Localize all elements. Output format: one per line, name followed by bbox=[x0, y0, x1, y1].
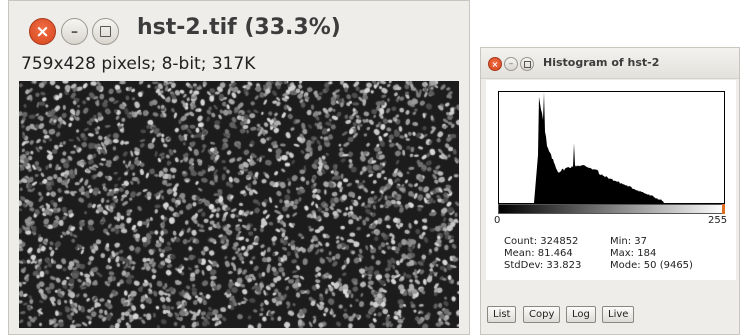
close-icon[interactable]: × bbox=[29, 18, 56, 45]
live-button[interactable]: Live bbox=[602, 306, 635, 323]
maximize-icon[interactable] bbox=[92, 18, 119, 45]
histogram-bars bbox=[499, 92, 724, 203]
list-button[interactable]: List bbox=[487, 306, 517, 323]
maximize-icon[interactable] bbox=[520, 57, 534, 71]
log-button[interactable]: Log bbox=[566, 306, 596, 323]
minimize-icon[interactable]: – bbox=[504, 57, 518, 71]
histogram-window: × – Histogram of hst-2 0 255 Count: 3248… bbox=[480, 47, 740, 335]
histogram-window-titlebar[interactable]: × – Histogram of hst-2 bbox=[481, 48, 739, 79]
stat-max: Max: 184 bbox=[610, 248, 657, 259]
stat-min: Min: 37 bbox=[610, 236, 648, 247]
histogram-plot bbox=[498, 91, 725, 204]
stat-count: Count: 324852 bbox=[504, 236, 579, 247]
stat-mode: Mode: 50 (9465) bbox=[610, 260, 693, 271]
microscopy-image[interactable] bbox=[19, 81, 459, 328]
minimize-icon[interactable]: – bbox=[61, 18, 88, 45]
histogram-silhouette bbox=[499, 92, 724, 203]
image-window-title: hst-2.tif (33.3%) bbox=[137, 15, 341, 40]
stat-stddev: StdDev: 33.823 bbox=[504, 260, 582, 271]
axis-min-label: 0 bbox=[494, 215, 501, 226]
image-window-titlebar[interactable]: × – hst-2.tif (33.3%) bbox=[9, 1, 469, 49]
lut-ramp bbox=[498, 204, 725, 214]
image-window: × – hst-2.tif (33.3%) 759x428 pixels; 8-… bbox=[8, 0, 470, 335]
histogram-window-title: Histogram of hst-2 bbox=[543, 56, 660, 69]
close-icon[interactable]: × bbox=[488, 57, 502, 71]
image-info: 759x428 pixels; 8-bit; 317K bbox=[21, 54, 256, 74]
copy-button[interactable]: Copy bbox=[523, 306, 561, 323]
ramp-end-marker bbox=[722, 204, 725, 214]
stat-mean: Mean: 81.464 bbox=[504, 248, 573, 259]
axis-max-label: 255 bbox=[708, 215, 728, 226]
